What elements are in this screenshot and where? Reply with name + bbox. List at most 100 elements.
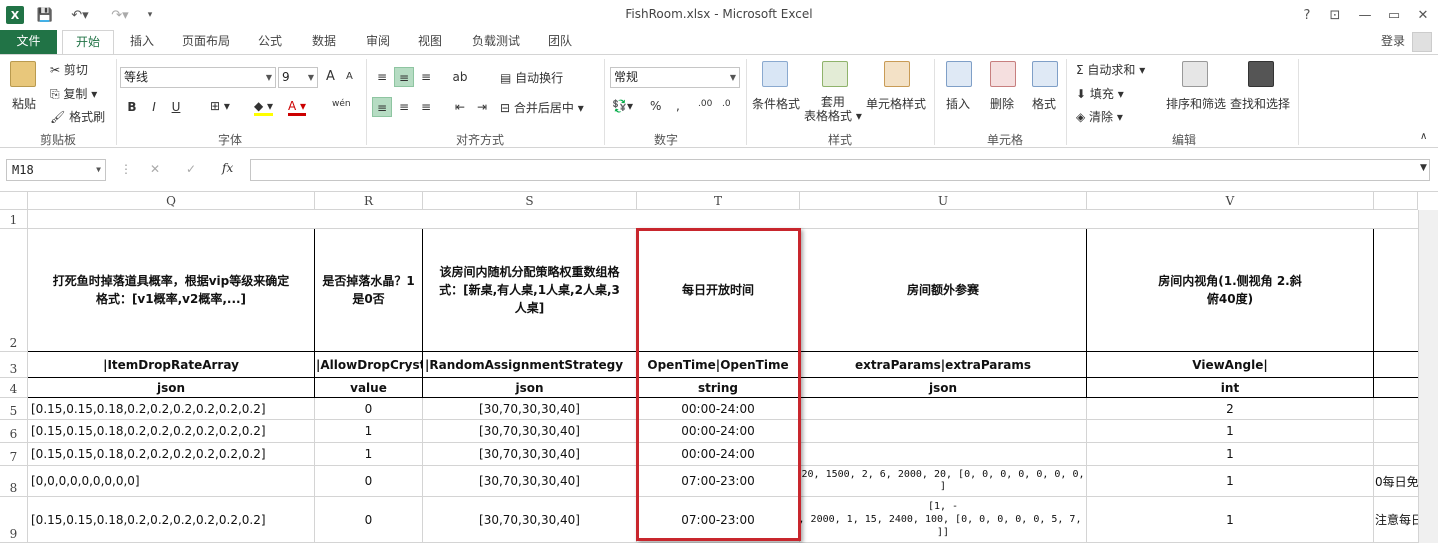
enter-icon[interactable]: ✓ xyxy=(186,162,196,176)
cell[interactable] xyxy=(1374,420,1418,443)
row-header-8[interactable]: 8 xyxy=(0,466,28,497)
cell[interactable]: 0 xyxy=(315,497,423,543)
formula-input[interactable] xyxy=(250,159,1430,181)
decrease-indent-button[interactable]: ⇤ xyxy=(450,97,470,117)
name-box-splitter-icon[interactable]: ⋮ xyxy=(120,162,132,176)
spreadsheet-grid[interactable]: Q R S T U V 1 2 3 4 5 6 7 8 9 打死鱼时掉落道具概率… xyxy=(0,191,1438,543)
cell[interactable]: 1 xyxy=(1087,466,1374,497)
cell[interactable]: 打死鱼时掉落道具概率，根据vip等级来确定格式：[v1概率,v2概率,...] xyxy=(28,229,315,352)
cell[interactable]: 00:00-24:00 xyxy=(637,420,800,443)
cell[interactable] xyxy=(1374,443,1418,466)
tab-file[interactable]: 文件 xyxy=(0,30,57,54)
cell[interactable]: [30,70,30,30,40] xyxy=(423,443,637,466)
cell[interactable]: 00:00-24:00 xyxy=(637,443,800,466)
tab-review[interactable]: 审阅 xyxy=(360,30,396,54)
font-name-combo[interactable]: 等线 ▼ xyxy=(120,67,276,88)
format-cells-button[interactable]: 格式 xyxy=(1032,95,1056,112)
tab-page-layout[interactable]: 页面布局 xyxy=(176,30,236,54)
tab-formulas[interactable]: 公式 xyxy=(252,30,288,54)
cell-styles-button[interactable]: 单元格样式 xyxy=(866,95,926,112)
italic-button[interactable]: I xyxy=(144,97,164,117)
cell[interactable]: [1, 3, 20, 1500, 2, 6, 2000, 20, [0, 0, … xyxy=(800,466,1087,497)
cell[interactable]: json xyxy=(800,378,1087,398)
cell[interactable]: |RandomAssignmentStrategy xyxy=(423,352,637,378)
border-button[interactable]: ⊞ ▾ xyxy=(210,99,230,113)
delete-cells-button[interactable]: 删除 xyxy=(990,95,1014,112)
cell[interactable]: |AllowDropCrysta xyxy=(315,352,423,378)
paste-icon[interactable] xyxy=(10,61,36,87)
underline-button[interactable]: U xyxy=(166,97,186,117)
row-header-2[interactable]: 2 xyxy=(0,229,28,352)
cell[interactable]: int xyxy=(1087,378,1374,398)
tab-data[interactable]: 数据 xyxy=(306,30,342,54)
insert-cells-button[interactable]: 插入 xyxy=(946,95,970,112)
cell[interactable]: [0.15,0.15,0.18,0.2,0.2,0.2,0.2,0.2,0.2] xyxy=(28,398,315,420)
tab-view[interactable]: 视图 xyxy=(412,30,448,54)
comma-button[interactable]: , xyxy=(676,99,680,113)
cell[interactable]: 0 xyxy=(315,398,423,420)
cell[interactable]: [0,0,0,0,0,0,0,0,0] xyxy=(28,466,315,497)
cell[interactable]: 2 xyxy=(1087,398,1374,420)
cell[interactable]: 房间额外参赛 xyxy=(800,229,1087,352)
column-header-v[interactable]: V xyxy=(1087,192,1374,210)
minimize-button[interactable]: — xyxy=(1355,6,1375,24)
cell[interactable]: json xyxy=(28,378,315,398)
decrease-decimal-button[interactable]: .0 xyxy=(722,99,731,109)
vertical-scrollbar[interactable] xyxy=(1418,210,1438,543)
collapse-ribbon-icon[interactable]: ∧ xyxy=(1420,131,1427,142)
phonetic-button[interactable]: wén xyxy=(332,99,351,109)
cell[interactable]: json xyxy=(423,378,637,398)
cell[interactable]: 是否掉落水晶？1是0否 xyxy=(315,229,423,352)
font-color-button[interactable]: A ▾ xyxy=(288,99,307,116)
format-painter-button[interactable]: 🖌 格式刷 xyxy=(50,108,105,125)
cell[interactable]: 该房间内随机分配策略权重数组格式：[新桌,有人桌,1人桌,2人桌,3人桌] xyxy=(423,229,637,352)
select-all-corner[interactable] xyxy=(0,192,28,210)
cell[interactable]: 房间内视角(1.侧视角 2.斜俯40度) xyxy=(1087,229,1374,352)
insert-function-button[interactable]: fx xyxy=(222,161,233,175)
wrap-text-button[interactable]: ▤ 自动换行 xyxy=(500,69,563,86)
cell[interactable]: [0.15,0.15,0.18,0.2,0.2,0.2,0.2,0.2,0.2] xyxy=(28,420,315,443)
column-header-t[interactable]: T xyxy=(637,192,800,210)
align-middle-button[interactable]: ≡ xyxy=(394,67,414,87)
tab-team[interactable]: 团队 xyxy=(542,30,578,54)
percent-button[interactable]: % xyxy=(650,99,661,113)
cell[interactable]: [30,70,30,30,40] xyxy=(423,398,637,420)
autosum-button[interactable]: Σ 自动求和 ▾ xyxy=(1076,61,1145,78)
cell[interactable]: 1 xyxy=(1087,420,1374,443)
restore-button[interactable]: ▭ xyxy=(1384,6,1404,24)
merge-center-button[interactable]: ⊟ 合并后居中 ▾ xyxy=(500,99,584,116)
column-header-w[interactable] xyxy=(1374,192,1418,210)
cell[interactable]: 1 xyxy=(315,443,423,466)
avatar[interactable] xyxy=(1412,32,1432,52)
align-top-button[interactable]: ≡ xyxy=(372,67,392,87)
cell[interactable]: string xyxy=(637,378,800,398)
cell[interactable] xyxy=(1374,398,1418,420)
cell[interactable]: 每日开放时间 xyxy=(637,229,800,352)
column-header-s[interactable]: S xyxy=(423,192,637,210)
increase-indent-button[interactable]: ⇥ xyxy=(472,97,492,117)
cell[interactable]: 注意每日 xyxy=(1374,497,1418,543)
row-header-7[interactable]: 7 xyxy=(0,443,28,466)
align-right-button[interactable]: ≡ xyxy=(416,97,436,117)
cell[interactable]: 07:00-23:00 xyxy=(637,497,800,543)
cell[interactable]: [0.15,0.15,0.18,0.2,0.2,0.2,0.2,0.2,0.2] xyxy=(28,443,315,466)
expand-formula-icon[interactable]: ▼ xyxy=(1420,163,1427,173)
tab-home[interactable]: 开始 xyxy=(62,30,114,55)
cell[interactable] xyxy=(800,420,1087,443)
conditional-format-button[interactable]: 条件格式 xyxy=(752,95,800,112)
cell[interactable]: value xyxy=(315,378,423,398)
login-link[interactable]: 登录 xyxy=(1378,30,1408,54)
column-header-r[interactable]: R xyxy=(315,192,423,210)
cell[interactable]: 1 xyxy=(315,420,423,443)
cut-button[interactable]: ✂ 剪切 xyxy=(50,61,88,78)
clear-button[interactable]: ◈ 清除 ▾ xyxy=(1076,108,1123,125)
cell[interactable]: 07:00-23:00 xyxy=(637,466,800,497)
table-format-button[interactable]: 套用 表格格式 ▾ xyxy=(804,95,862,123)
cell[interactable] xyxy=(1374,378,1418,398)
cell[interactable] xyxy=(1374,352,1418,378)
row-header-4[interactable]: 4 xyxy=(0,378,28,398)
shrink-font-button[interactable]: A xyxy=(346,71,353,82)
cell[interactable]: |ItemDropRateArray xyxy=(28,352,315,378)
row-header-3[interactable]: 3 xyxy=(0,352,28,378)
cell[interactable]: 0 xyxy=(315,466,423,497)
